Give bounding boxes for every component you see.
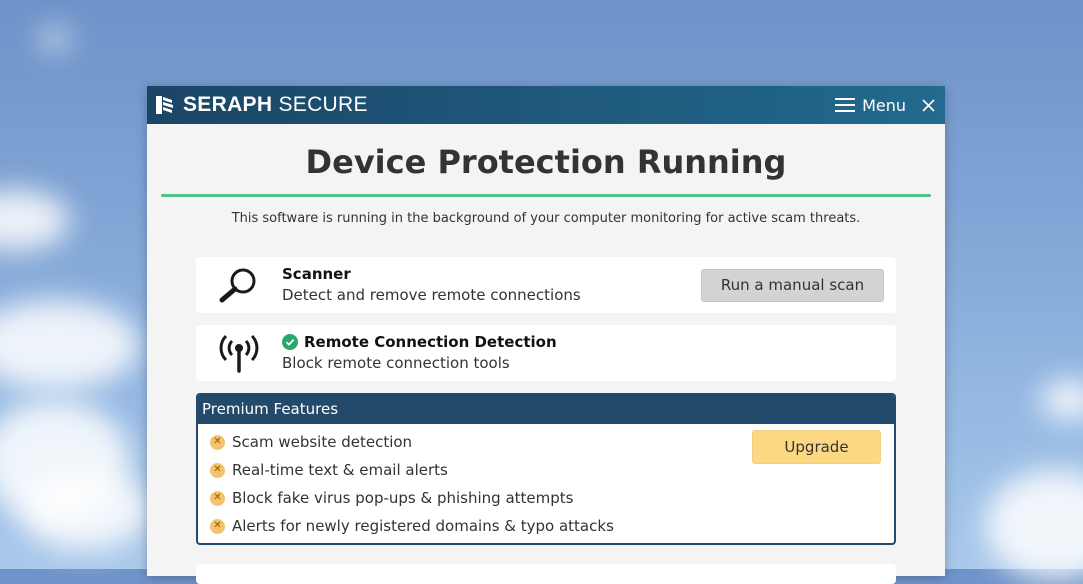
remote-detection-card: Remote Connection Detection Block remote… (196, 325, 896, 381)
list-item: ✕ Block fake virus pop-ups & phishing at… (210, 484, 894, 512)
feature-label: Real-time text & email alerts (232, 461, 448, 479)
brand-bold: SERAPH (183, 93, 273, 116)
menu-label: Menu (862, 95, 906, 115)
close-icon (922, 98, 935, 112)
cloud (985, 470, 1083, 580)
app-window: SERAPH SECURE Menu Device Protection Run… (147, 86, 945, 584)
brand-logo: SERAPH SECURE (153, 93, 368, 117)
remote-icon-wrap (196, 333, 282, 373)
remote-title-row: Remote Connection Detection (282, 332, 896, 352)
brand-name: SERAPH SECURE (183, 93, 368, 117)
remote-description: Block remote connection tools (282, 354, 510, 372)
upgrade-button[interactable]: Upgrade (752, 430, 881, 464)
menu-button[interactable]: Menu (835, 96, 906, 115)
brand-light: SECURE (278, 93, 368, 116)
cloud (0, 190, 70, 250)
remote-text: Remote Connection Detection Block remote… (282, 332, 896, 374)
feature-label: Scam website detection (232, 433, 413, 451)
premium-header: Premium Features (198, 395, 894, 424)
cloud (40, 30, 70, 48)
cloud (20, 470, 150, 550)
hamburger-icon (835, 98, 856, 112)
x-circle-icon: ✕ (210, 518, 225, 534)
next-card-partial (196, 564, 896, 584)
cloud (1040, 380, 1083, 420)
page-title: Device Protection Running (305, 143, 787, 181)
title-actions: Menu (835, 96, 935, 115)
run-manual-scan-button[interactable]: Run a manual scan (701, 268, 884, 302)
feature-label: Block fake virus pop-ups & phishing atte… (232, 489, 574, 507)
seraph-wing-icon (156, 96, 173, 114)
title-bar: SERAPH SECURE Menu (147, 86, 945, 124)
status-description: This software is running in the backgrou… (231, 211, 861, 226)
list-item: ✕ Alerts for newly registered domains & … (210, 512, 894, 540)
scanner-description: Detect and remove remote connections (282, 286, 581, 304)
scanner-icon-wrap (196, 266, 282, 304)
remote-title: Remote Connection Detection (304, 333, 557, 351)
x-circle-icon: ✕ (210, 434, 225, 450)
magnifier-icon (219, 268, 256, 303)
status-divider (161, 194, 931, 197)
feature-label: Alerts for newly registered domains & ty… (232, 517, 614, 535)
cloud (0, 300, 140, 390)
scanner-title: Scanner (282, 265, 351, 283)
x-circle-icon: ✕ (210, 490, 225, 506)
scanner-card: Scanner Detect and remove remote connect… (196, 257, 896, 313)
broadcast-antenna-icon (219, 334, 259, 373)
x-circle-icon: ✕ (210, 462, 225, 478)
premium-features-panel: Premium Features ✕ Scam website detectio… (196, 393, 896, 545)
close-button[interactable] (922, 98, 935, 112)
check-circle-icon (282, 334, 298, 350)
scanner-text: Scanner Detect and remove remote connect… (282, 264, 701, 306)
